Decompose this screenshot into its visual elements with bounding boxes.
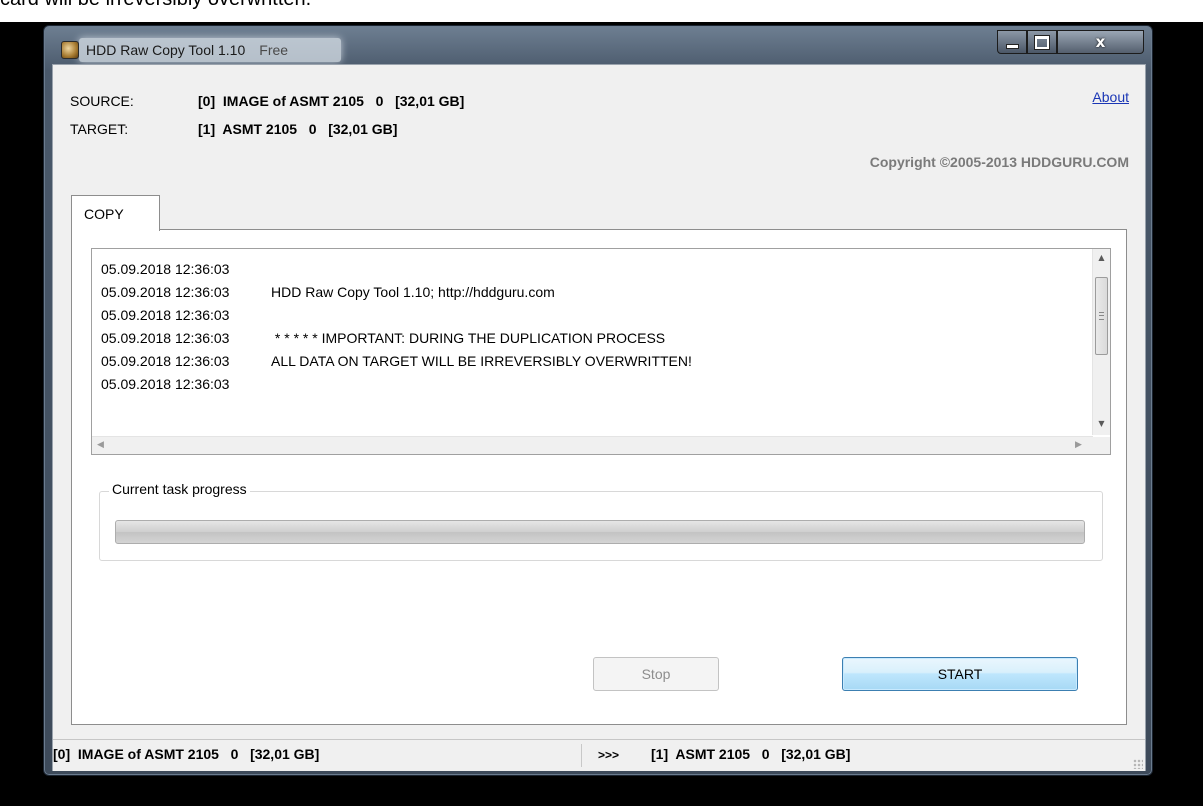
tab-copy-label: COPY — [84, 206, 124, 222]
grip-icon — [1099, 312, 1104, 320]
status-source: [0] IMAGE of ASMT 2105 0 [32,01 GB] — [53, 746, 320, 762]
title-bar[interactable]: HDD Raw Copy Tool 1.10 Free x — [44, 26, 1152, 66]
client-area: SOURCE: [0] IMAGE of ASMT 2105 0 [32,01 … — [52, 64, 1146, 771]
close-button[interactable]: x — [1057, 30, 1144, 54]
window-title-text: HDD Raw Copy Tool 1.10 — [86, 42, 246, 58]
stop-button[interactable]: Stop — [593, 657, 719, 691]
copyright-text: Copyright ©2005-2013 HDDGURU.COM — [869, 154, 1129, 170]
status-arrow: >>> — [598, 748, 620, 762]
log-line: 05.09.2018 12:36:03 * * * * * IMPORTANT:… — [101, 327, 692, 350]
status-divider — [581, 744, 582, 767]
log-time: 05.09.2018 12:36:03 — [101, 376, 230, 392]
arrow-right-icon[interactable]: ▶ — [1070, 437, 1087, 454]
caption-text: card will be irreversibly overwritten. — [0, 0, 311, 11]
log-line: 05.09.2018 12:36:03 ALL DATA ON TARGET WI… — [101, 350, 692, 373]
log-line: 05.09.2018 12:36:03 — [101, 304, 692, 327]
minimize-icon — [1005, 43, 1019, 49]
caption-buttons: x — [997, 30, 1144, 56]
resize-grip-icon[interactable] — [1133, 759, 1143, 769]
vertical-scrollbar[interactable]: ▲ ▼ — [1092, 249, 1110, 435]
hdd-app-icon[interactable] — [61, 41, 79, 59]
target-label: TARGET: — [70, 121, 129, 137]
log-line: 05.09.2018 12:36:03 HDD Raw Copy Tool 1.1… — [101, 281, 692, 304]
log-line: 05.09.2018 12:36:03 — [101, 373, 692, 396]
task-progress-bar — [115, 520, 1085, 544]
horizontal-scrollbar[interactable]: ◀ ▶ — [92, 436, 1093, 454]
maximize-button[interactable] — [1027, 30, 1057, 54]
log-time: 05.09.2018 12:36:03 — [101, 353, 230, 369]
scroll-thumb[interactable] — [1095, 277, 1108, 355]
log-message: * * * * * IMPORTANT: DURING THE DUPLICAT… — [271, 330, 666, 346]
log-message: HDD Raw Copy Tool 1.10; http://hddguru.c… — [271, 284, 555, 300]
caption-strip: card will be irreversibly overwritten. — [0, 0, 1203, 22]
source-label: SOURCE: — [70, 93, 134, 109]
log-line: 05.09.2018 12:36:03 — [101, 258, 692, 281]
app-window: HDD Raw Copy Tool 1.10 Free x SOURCE: [0]… — [43, 25, 1153, 776]
status-bar: [0] IMAGE of ASMT 2105 0 [32,01 GB] >>> … — [53, 739, 1145, 771]
scroll-corner — [1093, 437, 1110, 454]
log-list[interactable]: 05.09.2018 12:36:03 05.09.2018 12:36:03 H… — [91, 248, 1111, 455]
log-time: 05.09.2018 12:36:03 — [101, 330, 230, 346]
tab-copy[interactable]: COPY — [71, 195, 160, 231]
source-value: [0] IMAGE of ASMT 2105 0 [32,01 GB] — [198, 93, 465, 109]
window-title: HDD Raw Copy Tool 1.10 Free — [86, 42, 288, 58]
log-time: 05.09.2018 12:36:03 — [101, 284, 230, 300]
start-button[interactable]: START — [842, 657, 1078, 691]
progress-group-label: Current task progress — [109, 481, 250, 497]
arrow-left-icon[interactable]: ◀ — [92, 437, 109, 454]
target-value: [1] ASMT 2105 0 [32,01 GB] — [198, 121, 398, 137]
log-lines: 05.09.2018 12:36:03 05.09.2018 12:36:03 H… — [101, 258, 692, 396]
status-target: [1] ASMT 2105 0 [32,01 GB] — [651, 746, 851, 762]
minimize-button[interactable] — [997, 30, 1027, 54]
edition-label: Free — [259, 42, 289, 58]
log-time: 05.09.2018 12:36:03 — [101, 307, 230, 323]
about-link[interactable]: About — [1092, 89, 1129, 105]
maximize-icon — [1035, 35, 1049, 49]
arrow-down-icon[interactable]: ▼ — [1093, 415, 1110, 432]
log-time: 05.09.2018 12:36:03 — [101, 261, 230, 277]
log-message: ALL DATA ON TARGET WILL BE IRREVERSIBLY … — [271, 353, 692, 369]
arrow-up-icon[interactable]: ▲ — [1093, 249, 1110, 266]
close-icon: x — [1095, 33, 1106, 51]
